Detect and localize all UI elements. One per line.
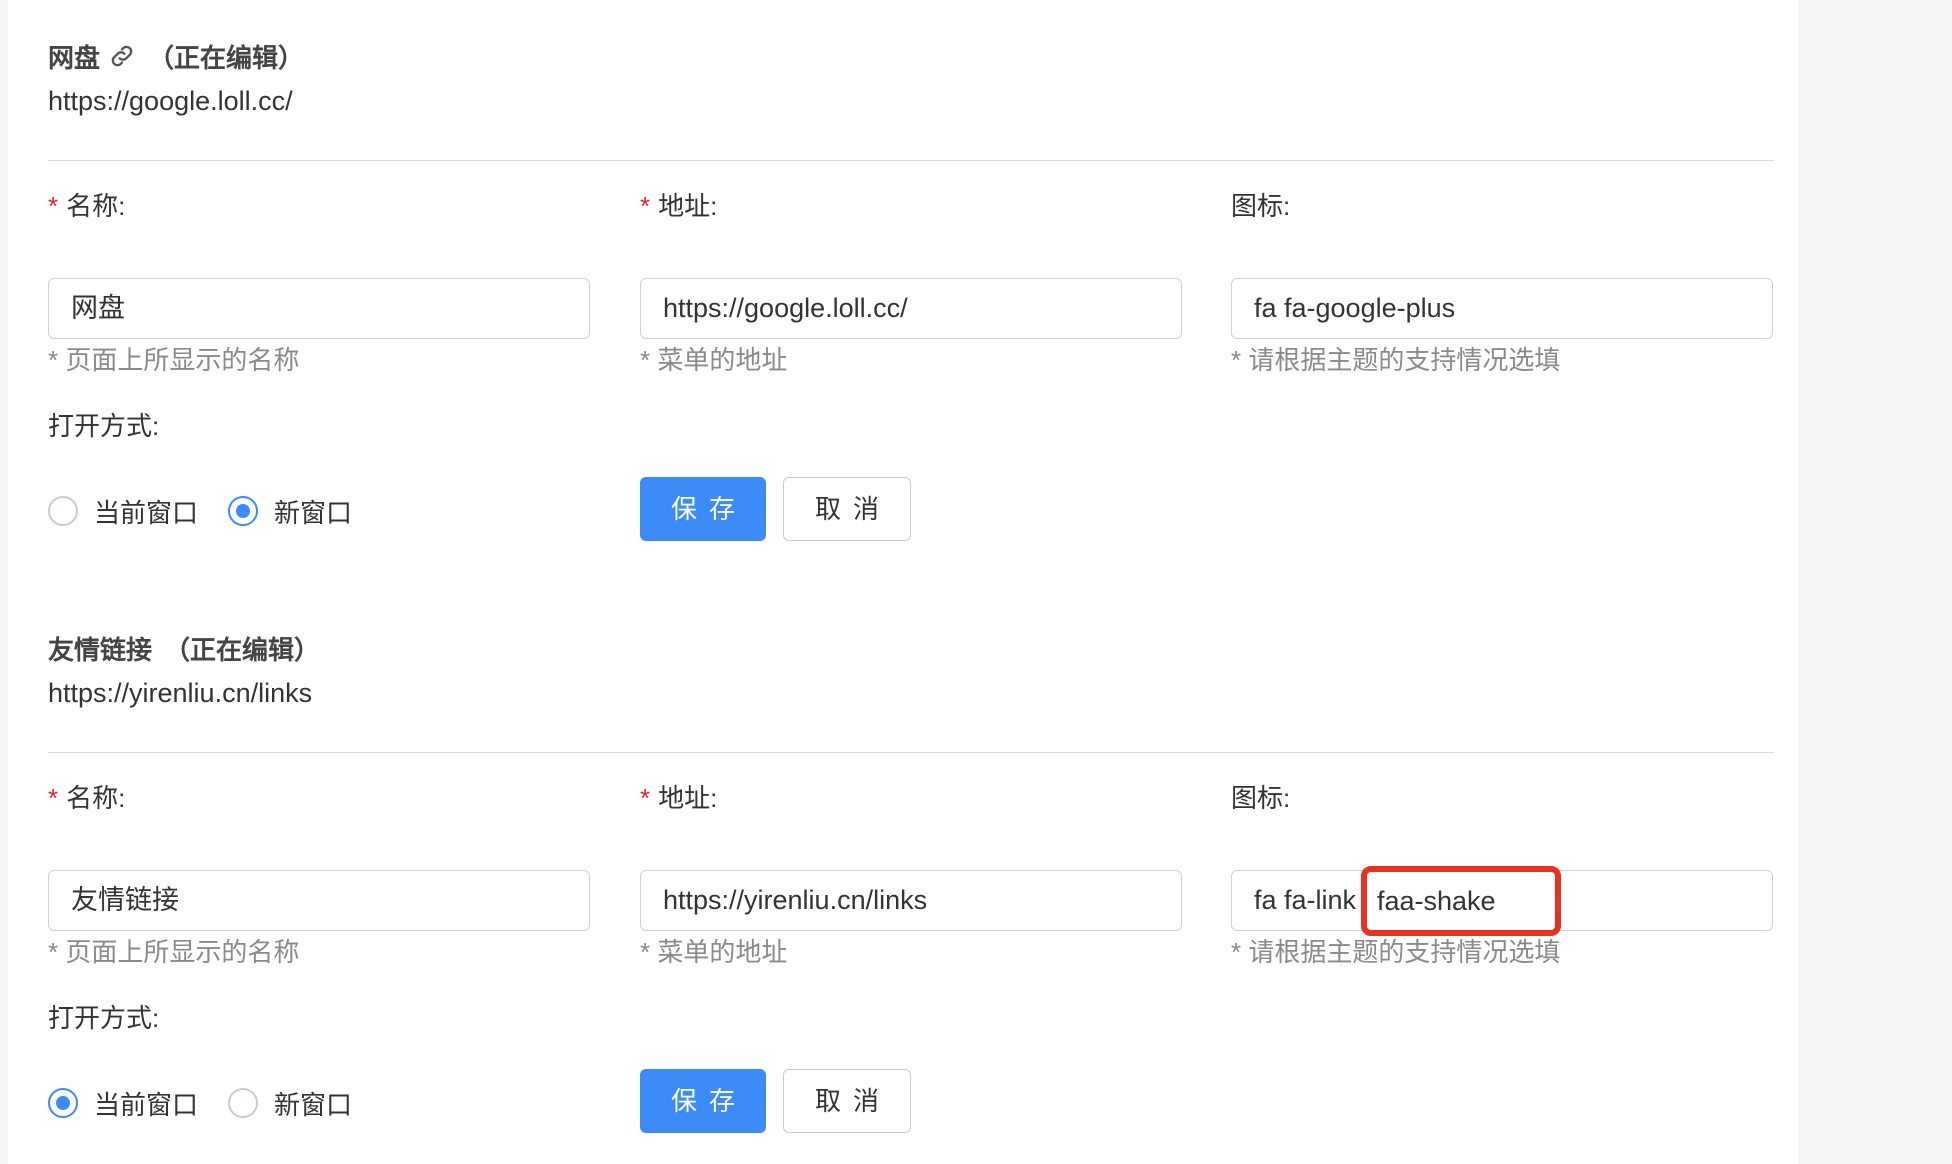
menu-item-edit-block: 网盘 （正在编辑） https://google.loll.cc/ * 名称: 网… bbox=[48, 36, 1774, 556]
radio-new-window[interactable]: 新窗口 bbox=[228, 493, 352, 530]
required-mark: * bbox=[640, 191, 651, 221]
open-mode-radio-group: 当前窗口 新窗口 bbox=[48, 476, 382, 546]
required-mark: * bbox=[48, 783, 59, 813]
open-mode-radio-group: 当前窗口 新窗口 bbox=[48, 1068, 382, 1138]
icon-field: 图标: fa fa-google-plus * 请根据主题的支持情况选填 bbox=[1231, 186, 1775, 375]
name-label: 名称: bbox=[66, 783, 126, 813]
radio-circle-selected[interactable] bbox=[228, 496, 259, 526]
menu-edit-panel: 网盘 （正在编辑） https://google.loll.cc/ * 名称: 网… bbox=[8, 0, 1798, 1164]
editing-status: （正在编辑） bbox=[148, 42, 305, 73]
open-mode-label: 打开方式: bbox=[48, 411, 160, 441]
item-url: https://yirenliu.cn/links bbox=[48, 678, 313, 708]
icon-label: 图标: bbox=[1231, 783, 1291, 813]
icon-hint: * 请根据主题的支持情况选填 bbox=[1231, 345, 1561, 375]
link-icon[interactable] bbox=[108, 42, 136, 70]
name-field: * 名称: 网盘 * 页面上所显示的名称 bbox=[48, 186, 592, 375]
divider bbox=[48, 752, 1774, 753]
radio-label: 当前窗口 bbox=[94, 497, 199, 528]
radio-label: 当前窗口 bbox=[94, 1089, 199, 1120]
divider bbox=[48, 160, 1774, 161]
radio-current-window[interactable]: 当前窗口 bbox=[48, 493, 198, 530]
editing-status: （正在编辑） bbox=[164, 634, 321, 665]
icon-suffix-highlight: faa-shake bbox=[1361, 866, 1561, 936]
item-title-row: 友情链接 （正在编辑） bbox=[48, 628, 320, 668]
item-title: 友情链接 bbox=[48, 634, 153, 665]
url-label: 地址: bbox=[658, 191, 718, 221]
name-label: 名称: bbox=[66, 191, 126, 221]
menu-item-edit-block: 友情链接 （正在编辑） https://yirenliu.cn/links * 名… bbox=[48, 628, 1774, 1164]
icon-input-value: fa fa-link bbox=[1254, 885, 1357, 915]
item-url: https://google.loll.cc/ bbox=[48, 86, 293, 116]
icon-input[interactable]: fa fa-google-plus bbox=[1231, 278, 1773, 339]
name-field: * 名称: 友情链接 * 页面上所显示的名称 bbox=[48, 778, 592, 967]
radio-current-window[interactable]: 当前窗口 bbox=[48, 1085, 198, 1122]
radio-circle[interactable] bbox=[48, 496, 78, 526]
radio-circle-selected[interactable] bbox=[48, 1088, 78, 1118]
url-input[interactable]: https://yirenliu.cn/links bbox=[640, 870, 1182, 931]
icon-field: 图标: fa fa-link faa-shake * 请根据主题的支持情况选填 bbox=[1231, 778, 1775, 967]
cancel-button[interactable]: 取消 bbox=[783, 1069, 911, 1133]
cancel-button[interactable]: 取消 bbox=[783, 477, 911, 541]
save-button[interactable]: 保存 bbox=[640, 1069, 766, 1133]
radio-label: 新窗口 bbox=[274, 1089, 353, 1120]
icon-label: 图标: bbox=[1231, 191, 1291, 221]
icon-hint: * 请根据主题的支持情况选填 bbox=[1231, 937, 1561, 967]
radio-new-window[interactable]: 新窗口 bbox=[228, 1085, 352, 1122]
save-button[interactable]: 保存 bbox=[640, 477, 766, 541]
url-field: * 地址: https://google.loll.cc/ * 菜单的地址 bbox=[640, 186, 1184, 375]
name-hint: * 页面上所显示的名称 bbox=[48, 937, 300, 967]
open-mode-label: 打开方式: bbox=[48, 1003, 160, 1033]
name-input[interactable]: 网盘 bbox=[48, 278, 590, 339]
name-input[interactable]: 友情链接 bbox=[48, 870, 590, 931]
radio-circle[interactable] bbox=[228, 1088, 259, 1118]
radio-label: 新窗口 bbox=[274, 497, 353, 528]
url-hint: * 菜单的地址 bbox=[640, 345, 788, 375]
url-hint: * 菜单的地址 bbox=[640, 937, 788, 967]
url-label: 地址: bbox=[658, 783, 718, 813]
required-mark: * bbox=[640, 783, 651, 813]
item-title-row: 网盘 （正在编辑） bbox=[48, 36, 304, 76]
url-input[interactable]: https://google.loll.cc/ bbox=[640, 278, 1182, 339]
item-title: 网盘 bbox=[48, 42, 101, 73]
url-field: * 地址: https://yirenliu.cn/links * 菜单的地址 bbox=[640, 778, 1184, 967]
required-mark: * bbox=[48, 191, 59, 221]
name-hint: * 页面上所显示的名称 bbox=[48, 345, 300, 375]
